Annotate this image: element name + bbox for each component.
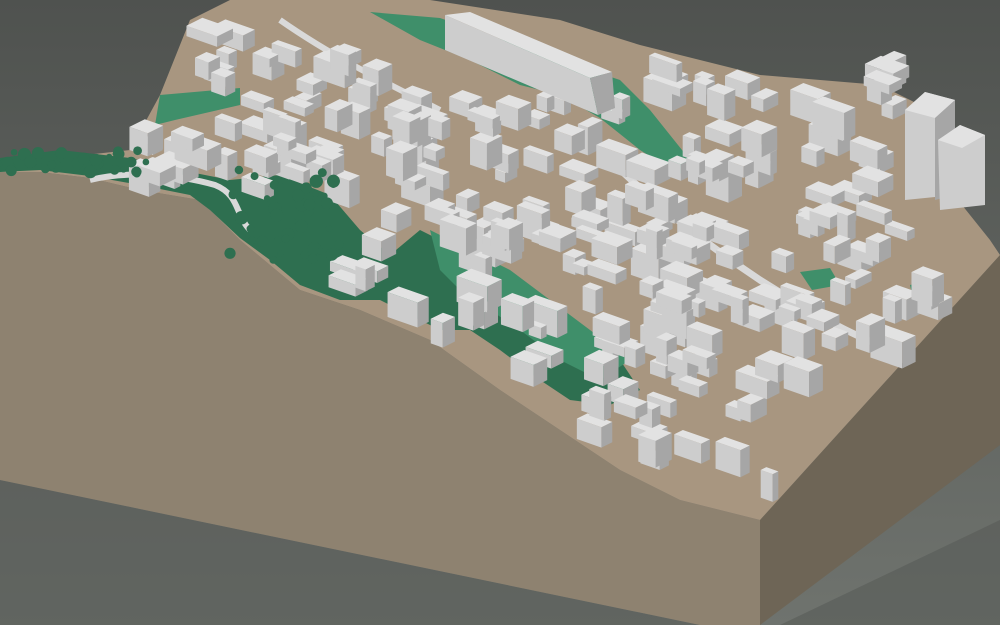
- tree-28: [125, 156, 137, 168]
- building-202: [582, 282, 603, 315]
- building-272: [911, 266, 944, 307]
- tree-14: [89, 153, 103, 167]
- tree-25: [334, 239, 344, 250]
- building-238: [760, 467, 779, 502]
- tree-11: [321, 197, 333, 210]
- building-220: [646, 225, 663, 260]
- tree-19: [224, 247, 236, 259]
- building-201: [494, 217, 523, 251]
- tree-35: [277, 250, 284, 257]
- tree-21: [309, 174, 323, 188]
- tree-38: [246, 224, 255, 233]
- building-107: [428, 113, 451, 141]
- building-247: [584, 349, 619, 387]
- tree-20: [307, 253, 319, 264]
- tree-27: [234, 165, 244, 175]
- building-168: [355, 261, 375, 292]
- tree-36: [292, 189, 305, 202]
- tree-18: [132, 169, 141, 178]
- building-156: [430, 312, 455, 348]
- tree-39: [270, 208, 284, 222]
- tree-34: [316, 247, 325, 255]
- tree-22: [281, 234, 290, 243]
- tree-31: [325, 225, 333, 232]
- tree-7: [106, 153, 113, 160]
- building-263: [882, 294, 902, 324]
- building-268: [830, 277, 851, 306]
- tree-12: [273, 236, 282, 244]
- building-97: [392, 110, 421, 146]
- tree-33: [256, 235, 268, 247]
- tree-14: [312, 190, 319, 197]
- tree-32: [277, 182, 284, 190]
- building-161: [361, 227, 397, 262]
- tree-37: [303, 198, 316, 211]
- tree-27: [109, 164, 120, 175]
- building-259: [589, 385, 611, 421]
- tree-26: [47, 160, 57, 170]
- building-5: [211, 67, 236, 97]
- tree-25: [24, 155, 37, 169]
- tree-5: [228, 189, 239, 200]
- building-101: [386, 140, 418, 182]
- tree-12: [120, 166, 127, 173]
- tree-30: [247, 236, 256, 245]
- tree-23: [5, 165, 17, 177]
- building-260: [865, 232, 891, 263]
- building-140: [741, 119, 778, 158]
- tree-16: [250, 172, 259, 181]
- building-164: [458, 292, 485, 331]
- tree-3: [269, 255, 278, 264]
- tree-18: [234, 211, 249, 225]
- building-239: [624, 341, 646, 369]
- tree-24: [133, 146, 142, 156]
- tree-29: [10, 148, 18, 156]
- tree-13: [325, 248, 339, 261]
- building-102: [554, 123, 585, 156]
- building-100: [470, 129, 503, 171]
- terrain-model-viewport[interactable]: [0, 0, 1000, 625]
- building-103: [565, 179, 596, 216]
- tree-17: [142, 158, 150, 166]
- building-223: [730, 293, 749, 326]
- tree-2: [289, 217, 297, 225]
- tree-3: [55, 147, 68, 159]
- building-273: [855, 313, 886, 353]
- building-153: [707, 83, 736, 121]
- building-251: [638, 426, 672, 468]
- tree-6: [300, 250, 309, 260]
- tree-29: [329, 181, 337, 189]
- tree-19: [113, 148, 125, 160]
- tree-23: [263, 195, 271, 202]
- tree-26: [294, 219, 308, 233]
- tree-16: [77, 152, 90, 165]
